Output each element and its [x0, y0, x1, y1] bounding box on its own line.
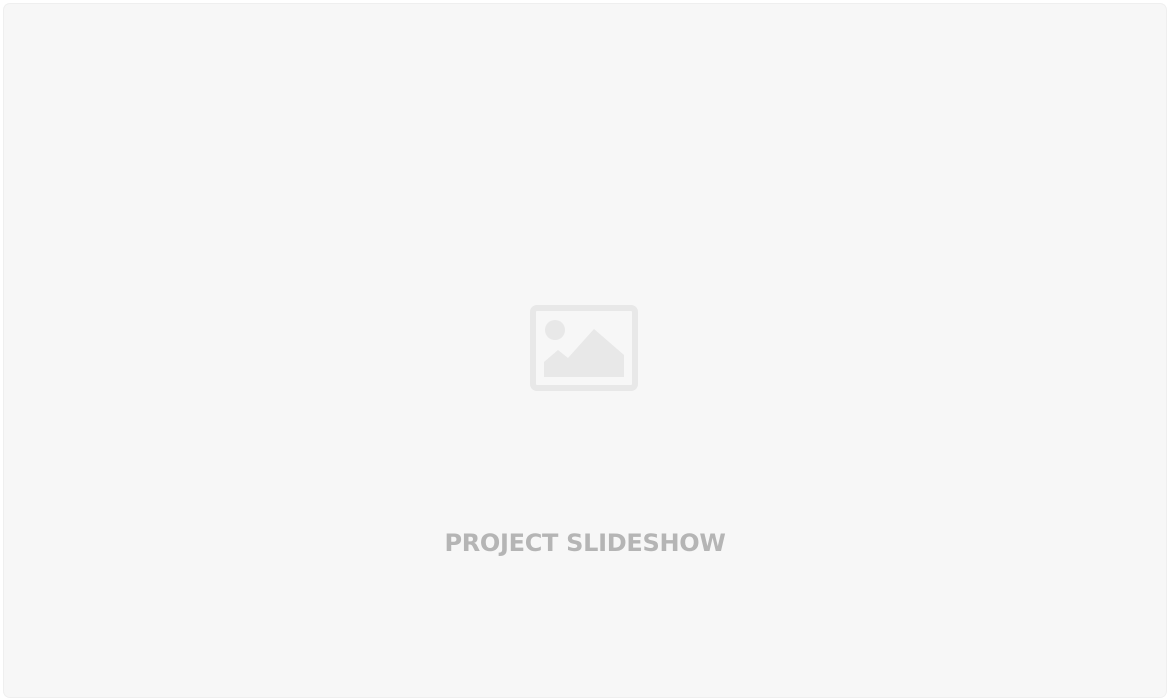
project-slideshow[interactable]: PROJECT SLIDESHOW	[4, 4, 1166, 697]
slideshow-title: PROJECT SLIDESHOW	[444, 529, 726, 557]
image-placeholder-icon	[530, 305, 638, 391]
